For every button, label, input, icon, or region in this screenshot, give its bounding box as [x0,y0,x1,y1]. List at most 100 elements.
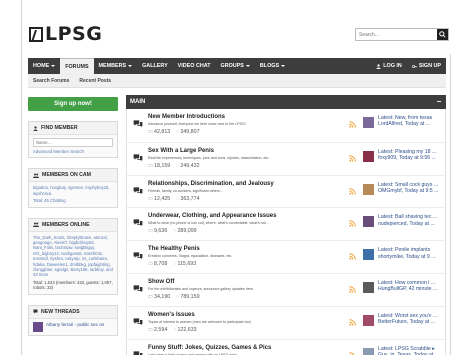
rss-icon[interactable] [349,351,356,355]
latest-post-user[interactable]: HungBullGP, 42 minute ... [378,286,448,292]
post-count-value: 349,807 [180,129,200,135]
main-section-header[interactable]: MAIN − [126,95,446,109]
nav-item-blogs[interactable]: BLOGS [255,58,290,74]
forum-stats: ▭12,425 ◌363,774 [148,196,200,202]
latest-post-user[interactable]: shortymike, Today at 9 ... [378,254,448,260]
nav-account: LOG IN SIGN UP [371,58,446,74]
nav-item-video-chat[interactable]: VIDEO CHAT [173,58,216,74]
signup-button[interactable]: Sign up now! [28,97,118,111]
forum-title[interactable]: New Member Introductions [148,114,225,120]
sub-nav: Search Forums Recent Posts [28,74,446,88]
latest-post[interactable]: Latest: Penile implants shortymike, Today… [363,247,447,267]
latest-post-user[interactable]: foxy909, Today at 9:56 ... [378,155,448,161]
login-button[interactable]: LOG IN [371,58,407,74]
forum-description: What to wear (no phone or low cut), wher… [148,221,269,226]
find-member-title: FIND MEMBER [41,125,78,131]
latest-post[interactable]: Latest: New, from texas LordAlfred, Today… [363,115,447,135]
forum-row: Underwear, Clothing, and Appearance Issu… [127,207,447,241]
comments-icon: ▭ [148,293,154,300]
post-count-value: 122,633 [177,326,197,333]
signup-nav-button[interactable]: SIGN UP [407,58,446,74]
site-logo[interactable]: LPSG [29,23,102,45]
nav-item-members[interactable]: MEMBERS [94,58,138,74]
search-input[interactable] [356,29,437,40]
nav-item-gallery[interactable]: GALLERY [137,58,173,74]
forum-stats: ▭42,813 ◌349,807 [148,129,200,135]
latest-post-user[interactable]: OMGmybf, Today at 9:5 ... [378,188,448,194]
forum-title[interactable]: Women's Issues [148,312,195,318]
members-online-stats: Total: 1,523 (members: 433, guests: 1,05… [33,279,113,291]
nav-item-label: GALLERY [142,63,168,69]
nav-item-forums[interactable]: FORUMS [60,58,94,74]
reply-icon: ◌ [176,129,180,135]
members-on-cam-block: MEMBERS ON CAM bigadoo, hoxgboy, sgentee… [28,168,118,208]
member-name-input[interactable] [33,138,113,147]
thread-count: ▭42,813 [148,129,170,135]
site-frame: LPSG HOME FORUMS MEMBERS GALLERY VIDEO CHAT G… [21,0,452,355]
advanced-member-search-link[interactable]: Advanced Member Search [33,149,113,154]
rss-icon[interactable] [349,286,356,293]
forum-comments-icon [133,219,143,227]
post-count: ◌363,774 [176,196,199,202]
post-count-value: 115,693 [177,261,197,268]
comments-icon: ▭ [148,195,154,202]
subnav-search-forums[interactable]: Search Forums [28,78,74,84]
latest-post[interactable]: Latest: LPSG Scrabble ▸ Guy_in_Texas, Tod… [363,346,447,355]
search-icon [439,31,446,38]
subnav-recent-posts[interactable]: Recent Posts [74,78,116,84]
collapse-icon[interactable]: − [434,98,444,106]
forum-stats: ▭2,594 ◌122,633 [148,327,197,333]
comment-icon [33,309,38,314]
rss-icon[interactable] [349,220,356,228]
latest-post[interactable]: Latest: Small cock guys ... OMGmybf, Toda… [363,182,447,202]
forum-comments-icon [133,350,143,355]
forum-title[interactable]: Sex With a Large Penis [148,148,214,154]
post-count: ◌115,693 [173,261,196,267]
nav-item-label: GROUPS [220,63,244,69]
forum-title[interactable]: Relationships, Discrimination, and Jealo… [148,181,274,187]
forum-row: The Healthy Penis Erection concerns, Viag… [127,240,445,273]
nav-item-label: FORUMS [65,63,89,70]
comments-icon: ▭ [148,261,154,268]
members-online-heading: MEMBERS ONLINE [29,218,117,232]
latest-post-user[interactable]: nudepierced, Today at ... [378,221,448,227]
users-icon [33,173,39,178]
rss-icon[interactable] [349,121,356,128]
forum-title[interactable]: The Healthy Penis [148,246,200,252]
rss-icon[interactable] [349,253,356,260]
forum-description: Erection concerns, Viagra, ejaculation, … [148,254,233,259]
forum-row: Funny Stuff: Jokes, Quizzes, Games & Pic… [127,338,447,355]
new-thread-item[interactable]: Albany ferrari - public sex on [33,321,113,332]
nav-item-label: HOME [33,63,50,69]
forum-comments-icon [133,154,143,161]
forum-comments-icon [133,318,143,325]
forum-title[interactable]: Underwear, Clothing, and Appearance Issu… [148,213,276,219]
page: LPSG HOME FORUMS MEMBERS GALLERY VIDEO CHAT G… [0,0,474,355]
chevron-down-icon [51,65,56,67]
thread-count-value: 34,190 [154,293,171,300]
latest-post[interactable]: Latest: Ball shaving tec ... nudepierced,… [363,214,447,234]
nav-item-home[interactable]: HOME [28,58,60,74]
forum-title[interactable]: Show Off [148,279,174,285]
reply-icon: ◌ [173,261,177,268]
members-on-cam-list[interactable]: bigadoo, hoxgboy, sgentee, trophyboy15, … [33,185,113,196]
rss-icon[interactable] [349,155,356,162]
forum-stats: ▭34,190 ◌789,159 [148,294,200,300]
search-button[interactable] [437,29,448,40]
latest-post[interactable]: Latest: Pleasing my 18 ... foxy909, Today… [363,149,447,169]
latest-post[interactable]: Latest: How common i ... HungBullGP, 42 m… [363,280,447,300]
rss-icon[interactable] [349,187,356,195]
rss-icon[interactable] [349,318,356,326]
latest-post-user[interactable]: LordAlfred, Today at ... [378,121,448,127]
comments-icon: ▭ [148,162,154,169]
members-on-cam-total: Total: 45 Chatting [33,198,66,204]
latest-post-user[interactable]: BetterFuture, Today at ... [378,319,448,325]
reply-icon: ◌ [173,228,177,235]
logo-mark-icon [29,26,43,42]
members-online-title: MEMBERS ONLINE [42,221,90,228]
members-online-list[interactable]: The_Dark_Knuts, SimplyBrown, atnnxxl, ge… [33,235,113,278]
latest-post[interactable]: Latest: Worst sex you'v ... BetterFuture,… [363,313,447,333]
find-member-block: FIND MEMBER Advanced Member Search [28,121,118,159]
nav-item-groups[interactable]: GROUPS [216,58,255,74]
forum-title[interactable]: Funny Stuff: Jokes, Quizzes, Games & Pic… [148,345,271,351]
